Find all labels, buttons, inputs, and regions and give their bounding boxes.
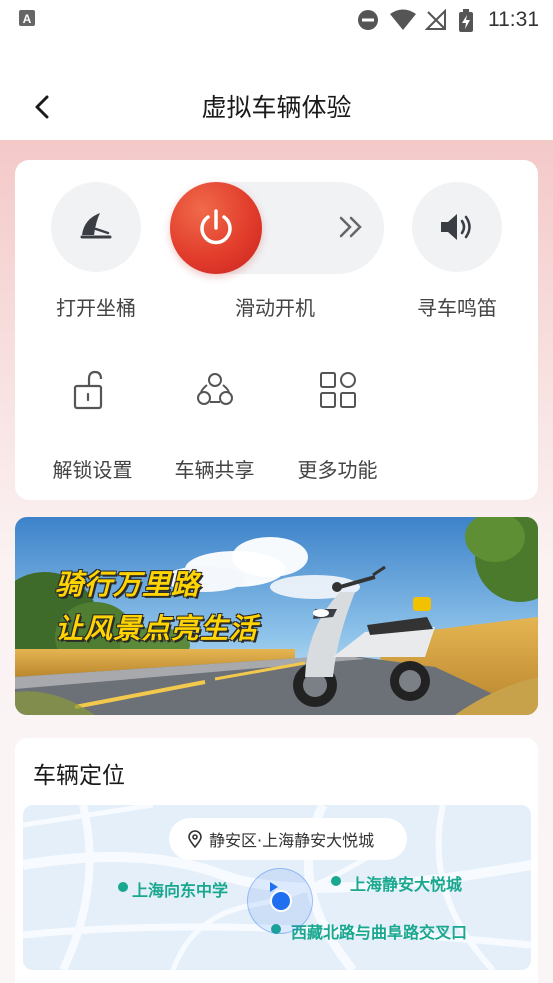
status-time: 11:31 (488, 8, 539, 31)
app-header: 虚拟车辆体验 (0, 40, 553, 140)
battery-charging-icon (459, 9, 473, 32)
unlock-settings-label: 解锁设置 (52, 458, 133, 482)
unlock-icon (73, 370, 103, 410)
seat-icon (80, 213, 112, 239)
vehicle-location-card: 车辆定位 静安区·上海静安大悦城 上海向东中学 上海静安大悦城 西藏北路与曲阜路… (15, 738, 538, 983)
banner-headline-2: 让风景点亮生活 (55, 612, 259, 645)
more-functions-button[interactable]: 更多功能 (280, 360, 395, 485)
status-bar: A 11:31 (0, 0, 553, 40)
no-signal-icon (425, 9, 446, 30)
open-seat-label: 打开坐桶 (56, 296, 136, 320)
slide-to-start-slider[interactable] (170, 182, 384, 274)
heading-arrow-icon (270, 882, 278, 892)
poi-label-3: 西藏北路与曲阜路交叉口 (291, 923, 468, 942)
vehicle-control-card: 打开坐桶 滑动开机 寻车鸣笛 解锁设置 车辆共享 更多功能 (15, 160, 538, 500)
svg-text:A: A (23, 12, 32, 26)
poi-label-2: 上海静安大悦城 (350, 875, 463, 894)
promo-banner[interactable]: 骑行万里路 让风景点亮生活 (15, 517, 538, 715)
vehicle-share-label: 车辆共享 (174, 458, 255, 482)
poi-label-1: 上海向东中学 (132, 881, 229, 900)
address-text: 静安区·上海静安大悦城 (209, 831, 375, 850)
wifi-icon (390, 9, 416, 30)
power-icon (200, 209, 232, 245)
share-nodes-icon (197, 373, 233, 405)
do-not-disturb-icon (358, 10, 378, 30)
speaker-icon (441, 214, 471, 240)
location-map[interactable]: 静安区·上海静安大悦城 上海向东中学 上海静安大悦城 西藏北路与曲阜路交叉口 (23, 805, 531, 970)
poi-marker-1 (118, 882, 128, 892)
vehicle-location-dot (270, 890, 292, 912)
location-pin-icon (188, 830, 202, 848)
open-seat-button[interactable] (51, 182, 141, 272)
banner-headline-1: 骑行万里路 (55, 568, 201, 601)
poi-marker-2 (331, 876, 341, 886)
address-pill: 静安区·上海静安大悦城 (169, 818, 407, 860)
double-chevron-right-icon (339, 216, 362, 238)
find-car-horn-label: 寻车鸣笛 (417, 296, 497, 320)
app-notification-icon: A (19, 10, 35, 26)
power-slider-knob[interactable] (170, 182, 262, 274)
more-functions-label: 更多功能 (297, 458, 378, 482)
slide-start-label: 滑动开机 (235, 296, 315, 320)
find-car-horn-button[interactable] (412, 182, 502, 272)
vehicle-location-title: 车辆定位 (33, 763, 125, 789)
unlock-settings-button[interactable]: 解锁设置 (35, 360, 150, 485)
vehicle-share-button[interactable]: 车辆共享 (157, 360, 272, 485)
page-title: 虚拟车辆体验 (201, 93, 352, 122)
grid-apps-icon (320, 372, 356, 408)
